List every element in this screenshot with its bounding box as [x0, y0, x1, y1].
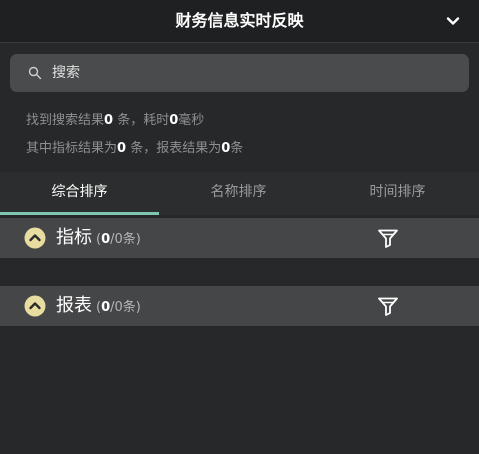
indicator-result-count: 0	[117, 141, 127, 156]
elapsed-time: 0	[169, 113, 179, 128]
section-title: 指标 (0/0条)	[56, 218, 141, 258]
summary-text: 其中指标结果为	[26, 141, 118, 156]
section-label: 报表	[56, 295, 92, 316]
sort-tabs: 综合排序 名称排序 时间排序	[0, 172, 479, 215]
chevron-down-icon[interactable]	[443, 11, 463, 31]
summary-text: 条	[230, 141, 244, 156]
summary-text: 条，报表结果为	[126, 141, 222, 156]
header-bar: 财务信息实时反映	[0, 0, 479, 43]
search-box[interactable]	[10, 54, 469, 92]
chevron-up-circle-icon[interactable]	[24, 295, 46, 317]
count-current: 0	[101, 300, 111, 315]
summary-text: 毫秒	[178, 113, 205, 128]
section-count: (0/0条)	[96, 232, 141, 247]
app-window: 财务信息实时反映 找到搜索结果0 条，耗时0毫秒 其中指标结果为0 条，报表结果…	[0, 0, 479, 454]
section-indicators[interactable]: 指标 (0/0条)	[0, 218, 479, 258]
page-title: 财务信息实时反映	[175, 11, 304, 30]
search-summary-line: 找到搜索结果0 条，耗时0毫秒	[26, 109, 204, 128]
report-result-count: 0	[221, 141, 231, 156]
summary-text: 找到搜索结果	[26, 113, 105, 128]
active-tab-indicator	[0, 212, 159, 215]
tab-name-sort[interactable]: 名称排序	[159, 172, 318, 212]
result-count: 0	[104, 113, 114, 128]
section-title: 报表 (0/0条)	[56, 286, 141, 326]
chevron-up-circle-icon[interactable]	[24, 227, 46, 249]
tab-comprehensive-sort[interactable]: 综合排序	[0, 172, 159, 212]
filter-icon[interactable]	[376, 226, 400, 250]
count-current: 0	[101, 232, 111, 247]
result-breakdown-line: 其中指标结果为0 条，报表结果为0条	[26, 137, 243, 156]
count-total: /0条)	[110, 232, 141, 247]
count-total: /0条)	[110, 300, 141, 315]
section-reports[interactable]: 报表 (0/0条)	[0, 286, 479, 326]
tab-time-sort[interactable]: 时间排序	[318, 172, 477, 212]
search-icon	[28, 66, 42, 80]
filter-icon[interactable]	[376, 294, 400, 318]
summary-text: 条，耗时	[113, 113, 170, 128]
section-count: (0/0条)	[96, 300, 141, 315]
section-label: 指标	[56, 227, 92, 248]
search-input[interactable]	[52, 54, 452, 92]
